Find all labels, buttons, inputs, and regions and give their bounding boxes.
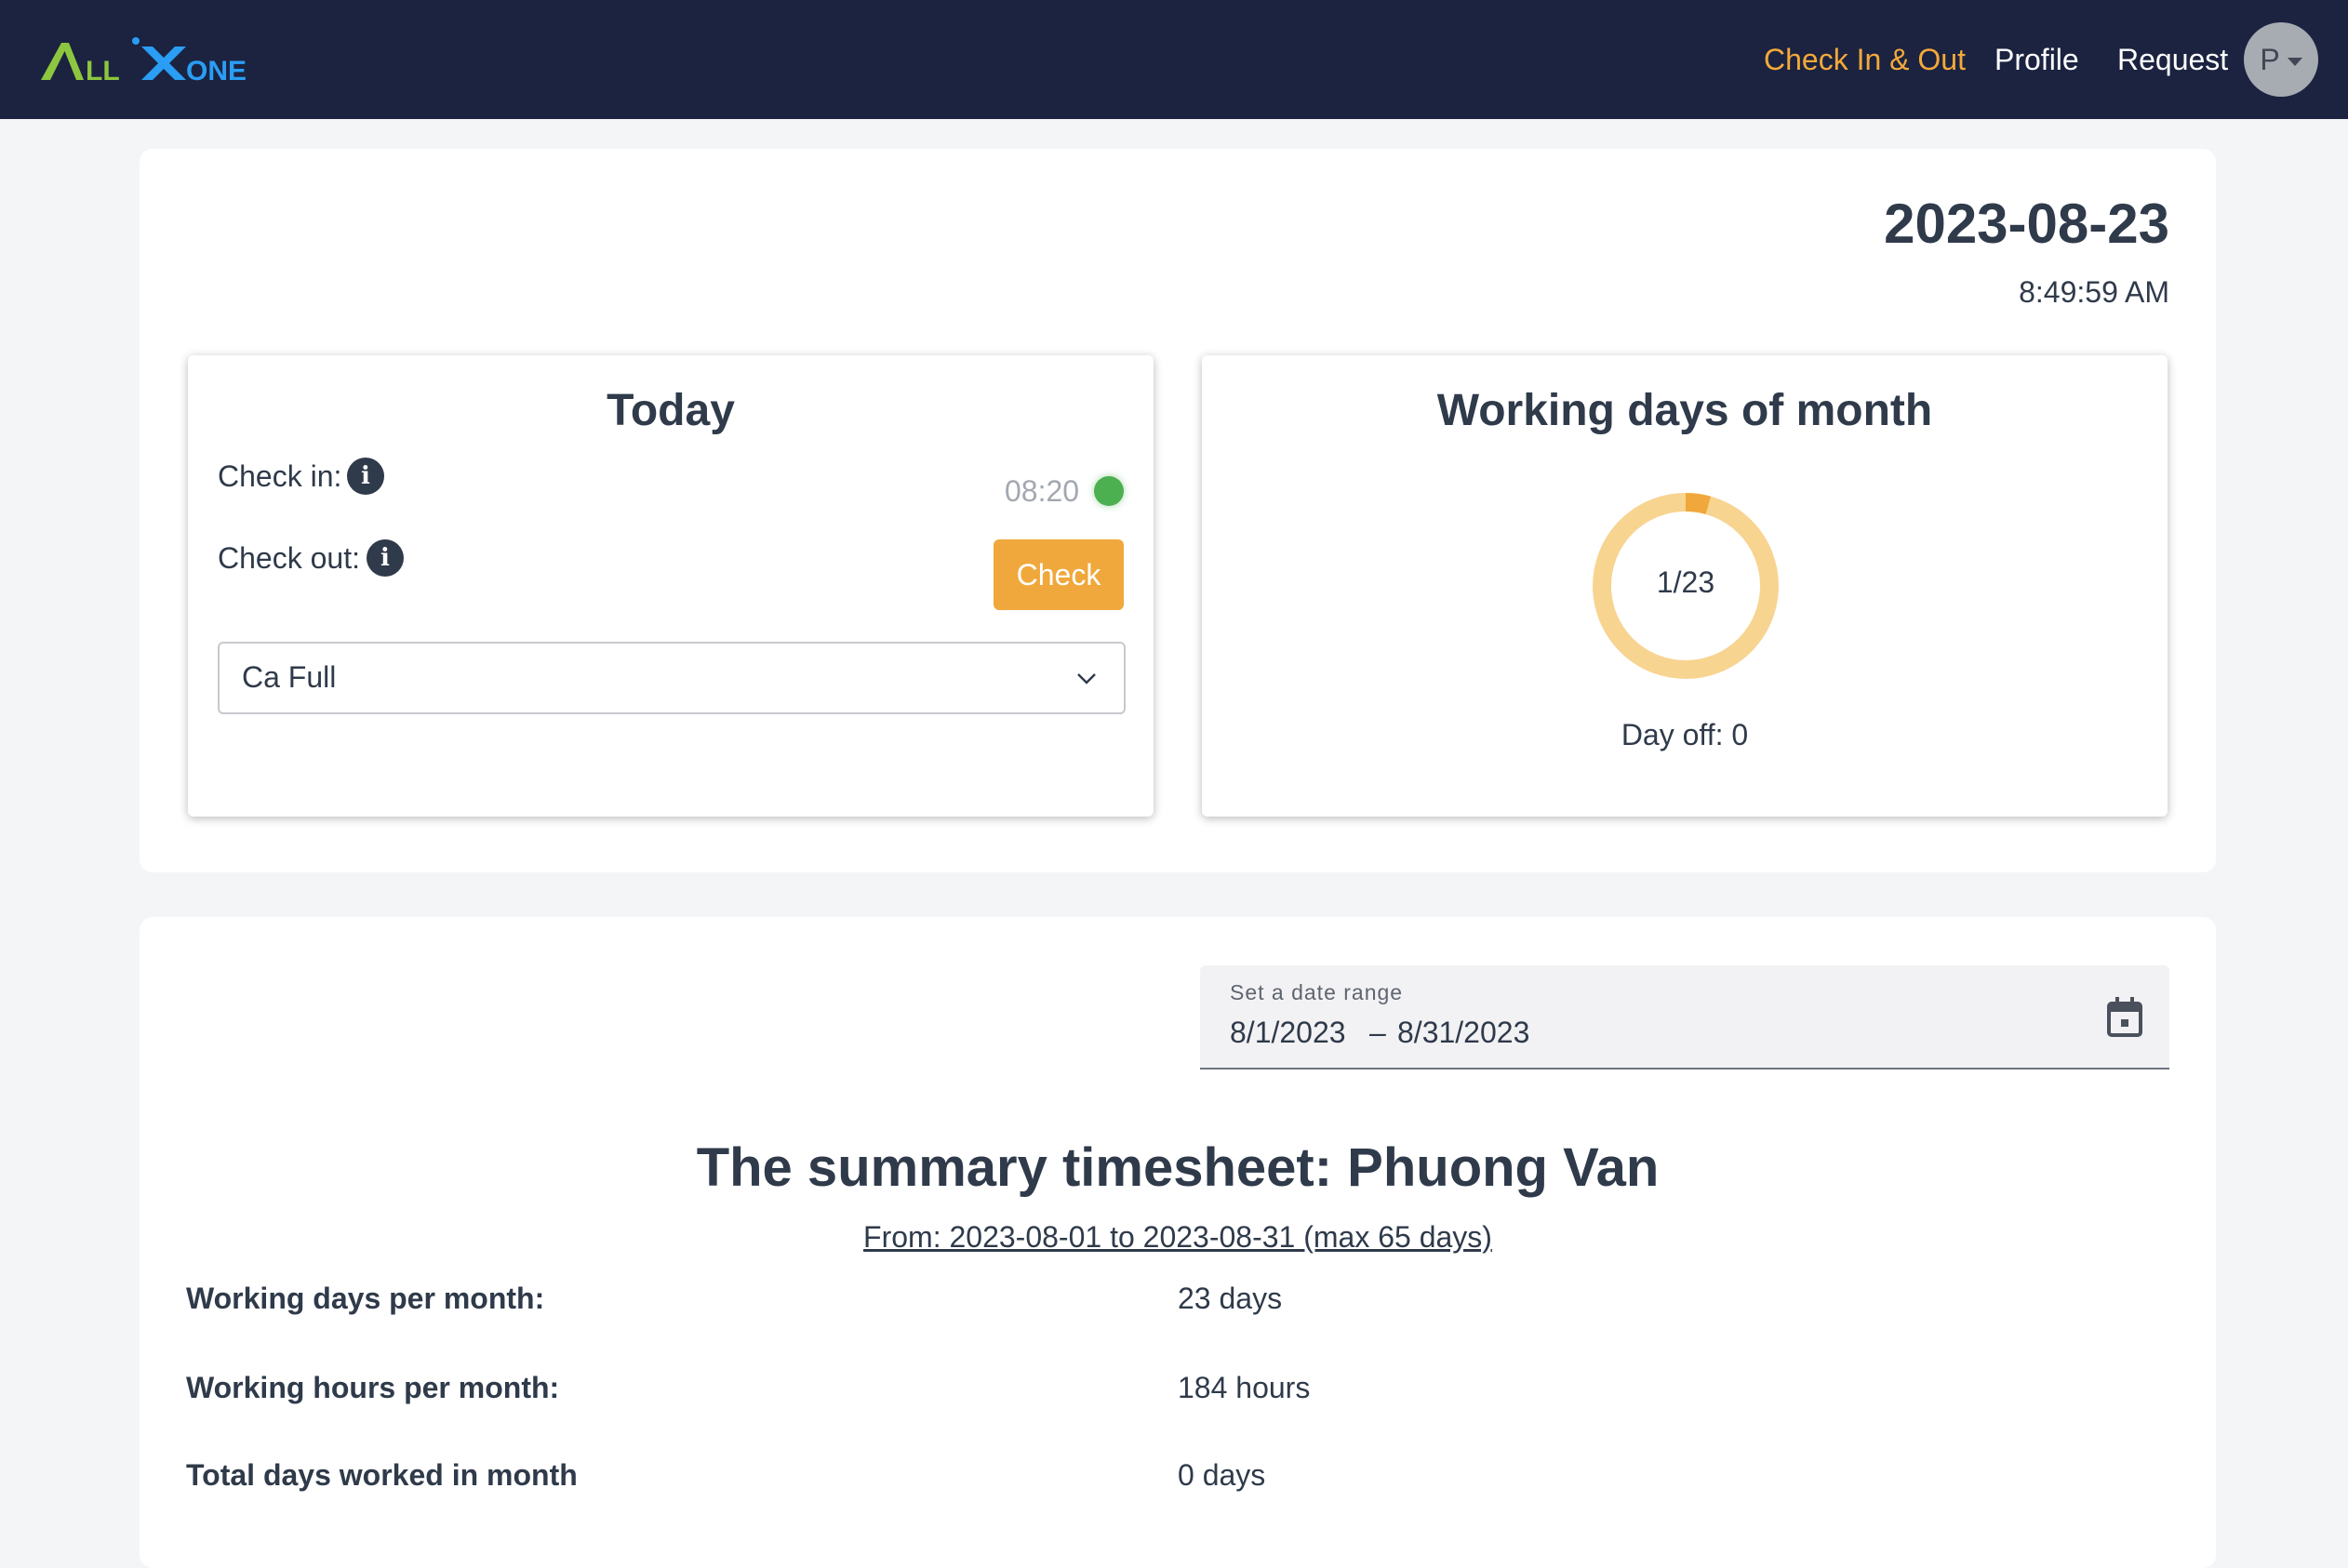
user-avatar-menu[interactable]: P: [2244, 22, 2318, 97]
nav-profile[interactable]: Profile: [1994, 41, 2079, 78]
status-dot: [1094, 476, 1124, 506]
check-out-label: Check out:: [218, 541, 360, 575]
current-time: 8:49:59 AM: [2019, 275, 2169, 309]
caret-down-icon: [2287, 58, 2302, 67]
summary-row-label: Working days per month:: [186, 1282, 545, 1315]
shift-select-value: Ca Full: [242, 660, 337, 694]
info-icon[interactable]: i: [367, 539, 404, 577]
nav-request[interactable]: Request: [2117, 41, 2228, 78]
check-in-label: Check in:: [218, 459, 342, 493]
chevron-down-icon: [1077, 673, 1096, 684]
svg-text:LL: LL: [86, 56, 120, 86]
summary-row-label: Working hours per month:: [186, 1371, 560, 1404]
day-off-text: Day off: 0: [1621, 718, 1749, 751]
top-navbar: LL ONE Check In & Out Profile Request P: [0, 0, 2348, 119]
info-icon[interactable]: i: [347, 458, 384, 495]
shift-select[interactable]: Ca Full: [218, 642, 1126, 714]
date-range-separator: –: [1369, 1016, 1386, 1049]
summary-row-value: 0 days: [1178, 1458, 1266, 1492]
today-title: Today: [607, 386, 735, 435]
check-button[interactable]: Check: [994, 539, 1124, 610]
avatar-initial: P: [2260, 43, 2280, 76]
date-range-end: 8/31/2023: [1397, 1016, 1530, 1049]
summary-row-label: Total days worked in month: [186, 1458, 578, 1492]
check-in-time: 08:20: [1005, 474, 1080, 508]
date-range-label: Set a date range: [1230, 980, 1404, 1004]
progress-label: 1/23: [1656, 565, 1715, 599]
current-date: 2023-08-23: [1884, 193, 2169, 255]
summary-row-value: 23 days: [1178, 1282, 1283, 1315]
allxone-logo[interactable]: LL ONE: [37, 33, 266, 86]
date-range-start: 8/1/2023: [1230, 1016, 1346, 1049]
summary-row-value: 184 hours: [1178, 1371, 1311, 1404]
date-range-field[interactable]: Set a date range 8/1/2023 – 8/31/2023: [1200, 965, 2169, 1070]
summary-title: The summary timesheet: Phuong Van: [696, 1137, 1660, 1198]
working-days-title: Working days of month: [1436, 386, 1933, 435]
summary-date-range-link[interactable]: From: 2023-08-01 to 2023-08-31 (max 65 d…: [140, 1220, 2216, 1255]
svg-text:ONE: ONE: [186, 56, 247, 86]
calendar-icon[interactable]: [2106, 997, 2143, 1038]
nav-check-in-out[interactable]: Check In & Out: [1764, 41, 1966, 78]
